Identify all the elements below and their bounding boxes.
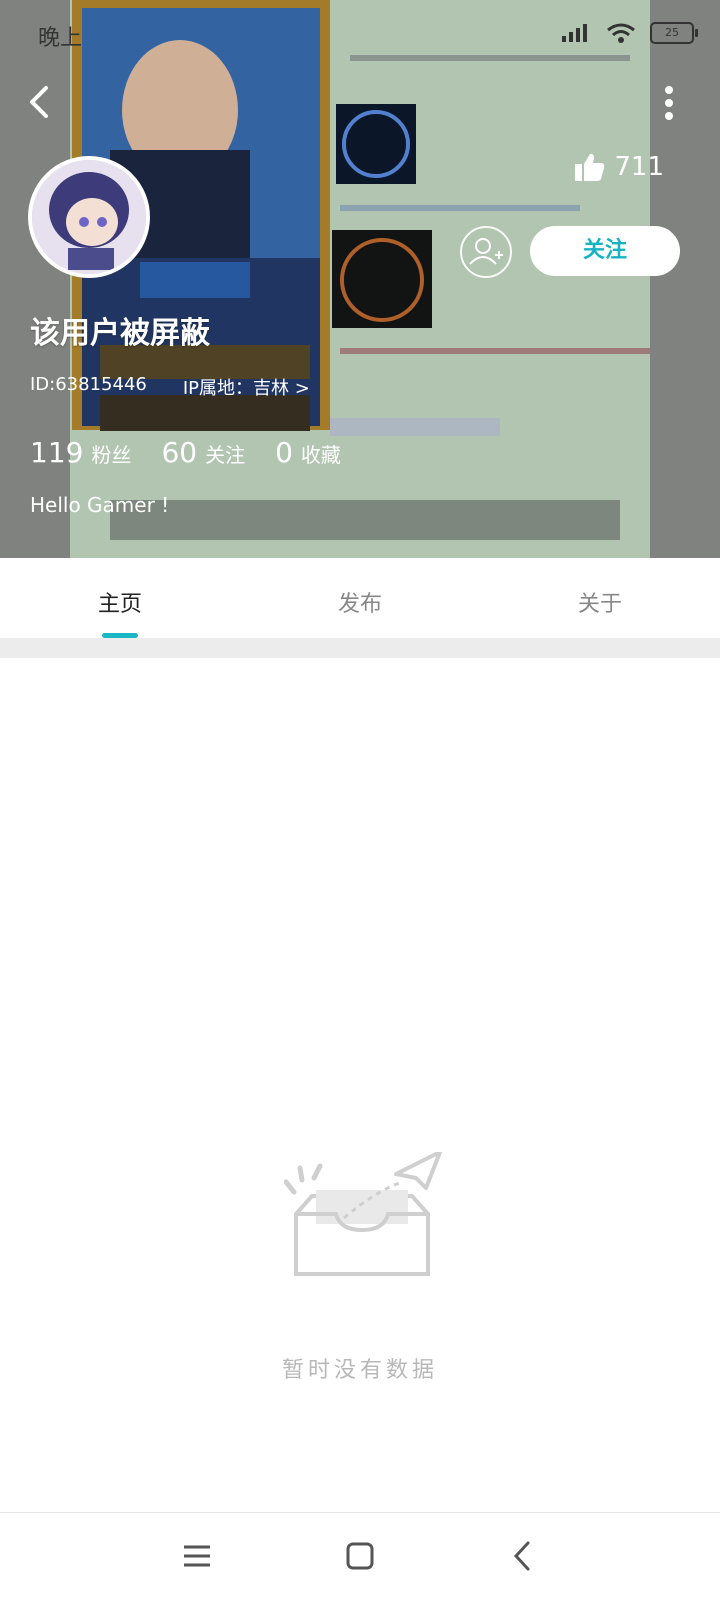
back-icon: [30, 86, 48, 118]
home-button[interactable]: [343, 1539, 377, 1573]
section-divider: [0, 638, 720, 658]
status-time: 晚上: [38, 26, 83, 51]
tab-about[interactable]: 关于: [480, 558, 720, 638]
tab-posts[interactable]: 发布: [240, 558, 480, 638]
stat-fans[interactable]: 119 粉丝: [30, 436, 131, 469]
stat-following[interactable]: 60 关注: [161, 436, 245, 469]
wifi-icon: [607, 23, 635, 43]
profile-meta: ID:63815446 IP属地：吉林 >: [30, 374, 310, 400]
more-button[interactable]: [662, 86, 676, 120]
home-icon: [346, 1542, 374, 1570]
add-friend-icon: [469, 238, 503, 265]
menu-icon: [184, 1545, 210, 1567]
battery-icon: 25: [650, 22, 698, 44]
username: 该用户被屏蔽: [30, 316, 210, 351]
profile-cover: [0, 0, 720, 558]
recent-apps-button[interactable]: [180, 1539, 214, 1573]
user-id: ID:63815446: [30, 374, 147, 395]
empty-box-icon: [284, 1152, 442, 1276]
empty-state-message: 暂时没有数据: [281, 1358, 438, 1383]
add-friend-button[interactable]: [460, 226, 512, 278]
avatar-image: [32, 160, 146, 274]
tab-home[interactable]: 主页: [0, 558, 240, 638]
tab-bar: 主页 发布 关于: [0, 558, 720, 638]
back-button[interactable]: [22, 82, 62, 122]
nav-back-button[interactable]: [506, 1539, 540, 1573]
like-button[interactable]: 711: [574, 152, 664, 182]
cover-overlay: [0, 0, 720, 558]
system-nav-bar: [0, 1512, 720, 1601]
profile-stats: 119 粉丝 60 关注 0 收藏: [30, 436, 341, 469]
follow-button[interactable]: 关注: [530, 226, 680, 276]
stat-favorites[interactable]: 0 收藏: [275, 436, 341, 469]
thumbs-up-icon: [575, 153, 605, 181]
avatar[interactable]: [28, 156, 150, 278]
ip-location-link[interactable]: IP属地：吉林 >: [183, 374, 310, 400]
like-count: 711: [614, 152, 664, 182]
status-bar: 晚上 25: [0, 0, 720, 70]
more-icon: [665, 86, 673, 94]
nav-back-icon: [513, 1541, 530, 1571]
signal-icon: [562, 24, 587, 42]
bio: Hello Gamer !: [30, 493, 170, 517]
